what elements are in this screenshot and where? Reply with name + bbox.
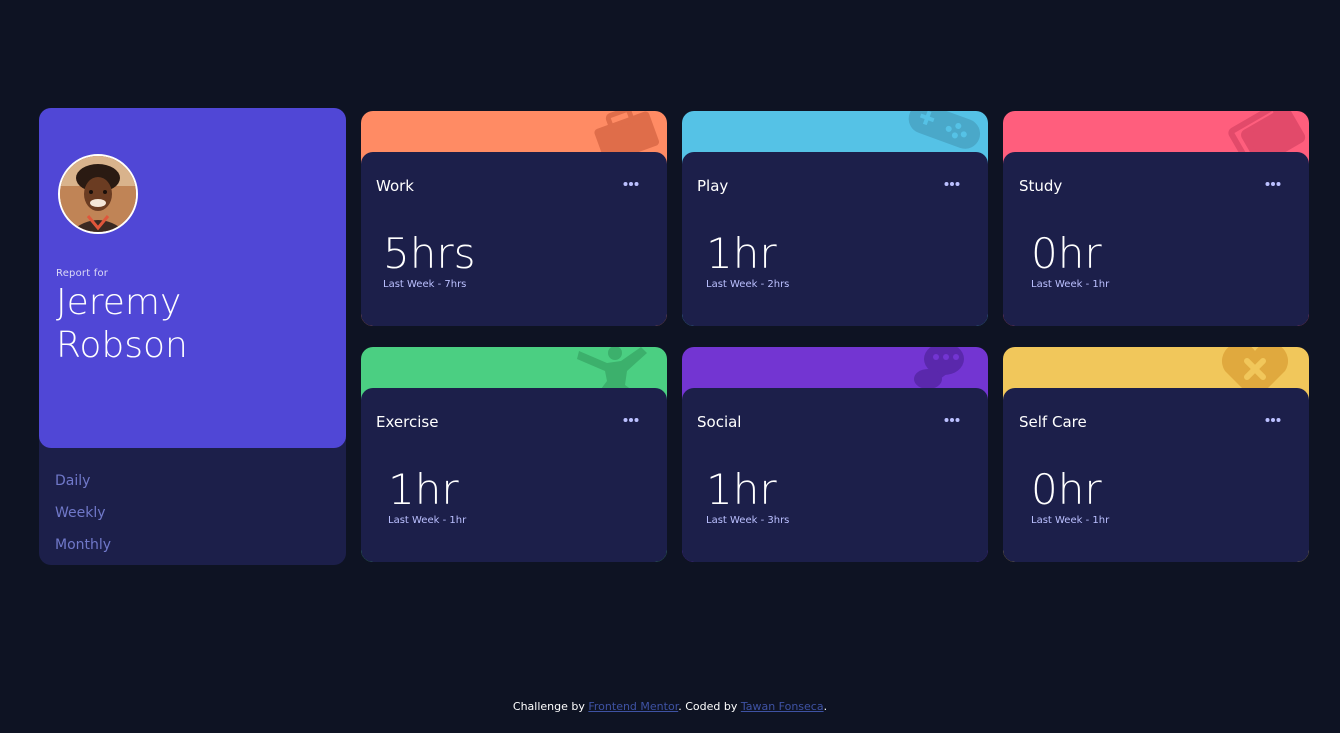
card-title: Self Care: [1019, 413, 1087, 431]
previous-hours: Last Week - 2hrs: [706, 279, 790, 290]
avatar: [58, 154, 138, 234]
user-name: Jeremy Robson: [56, 282, 188, 366]
ellipsis-icon[interactable]: [1265, 179, 1281, 189]
period-daily-button[interactable]: Daily: [55, 473, 90, 489]
ellipsis-icon[interactable]: [623, 179, 639, 189]
ellipsis-icon[interactable]: [944, 179, 960, 189]
card-exercise: Exercise 1hr Last Week - 1hr: [361, 347, 667, 562]
current-hours: 1hr: [388, 465, 459, 514]
previous-hours: Last Week - 3hrs: [706, 515, 790, 526]
previous-hours: Last Week - 1hr: [388, 515, 467, 526]
period-weekly-button[interactable]: Weekly: [55, 505, 106, 521]
card-title: Study: [1019, 177, 1063, 195]
card-title: Exercise: [376, 413, 439, 431]
card-study: Study 0hr Last Week - 1hr: [1003, 111, 1309, 326]
footer-suffix: .: [823, 700, 828, 713]
time-tracking-dashboard: Report for Jeremy Robson Daily Weekly Mo…: [0, 0, 1340, 733]
current-hours: 5hrs: [383, 229, 476, 278]
ellipsis-icon[interactable]: [1265, 415, 1281, 425]
card-title: Work: [376, 177, 414, 195]
footer-prefix: Challenge by: [512, 700, 589, 713]
ellipsis-icon[interactable]: [623, 415, 639, 425]
attribution-footer: Challenge by Frontend Mentor. Coded by T…: [0, 700, 1340, 713]
card-title: Play: [697, 177, 729, 195]
period-monthly-button[interactable]: Monthly: [55, 537, 111, 553]
card-title: Social: [697, 413, 742, 431]
current-hours: 0hr: [1031, 465, 1102, 514]
current-hours: 1hr: [706, 465, 777, 514]
frontend-mentor-link[interactable]: Frontend Mentor: [588, 700, 678, 713]
card-play: Play 1hr Last Week - 2hrs: [682, 111, 988, 326]
card-play-body: Play 1hr Last Week - 2hrs: [682, 152, 988, 326]
report-for-label: Report for: [56, 268, 109, 279]
card-self-care: Self Care 0hr Last Week - 1hr: [1003, 347, 1309, 562]
card-social: Social 1hr Last Week - 3hrs: [682, 347, 988, 562]
card-work-body: Work 5hrs Last Week - 7hrs: [361, 152, 667, 326]
previous-hours: Last Week - 7hrs: [383, 279, 467, 290]
card-study-body: Study 0hr Last Week - 1hr: [1003, 152, 1309, 326]
profile-header: Report for Jeremy Robson: [39, 108, 346, 448]
card-self-care-body: Self Care 0hr Last Week - 1hr: [1003, 388, 1309, 562]
profile-card: Report for Jeremy Robson Daily Weekly Mo…: [39, 108, 346, 565]
footer-middle: . Coded by: [678, 700, 741, 713]
current-hours: 0hr: [1031, 229, 1102, 278]
card-social-body: Social 1hr Last Week - 3hrs: [682, 388, 988, 562]
previous-hours: Last Week - 1hr: [1031, 279, 1110, 290]
previous-hours: Last Week - 1hr: [1031, 515, 1110, 526]
author-link[interactable]: Tawan Fonseca: [741, 700, 824, 713]
current-hours: 1hr: [706, 229, 777, 278]
card-work: Work 5hrs Last Week - 7hrs: [361, 111, 667, 326]
card-exercise-body: Exercise 1hr Last Week - 1hr: [361, 388, 667, 562]
ellipsis-icon[interactable]: [944, 415, 960, 425]
